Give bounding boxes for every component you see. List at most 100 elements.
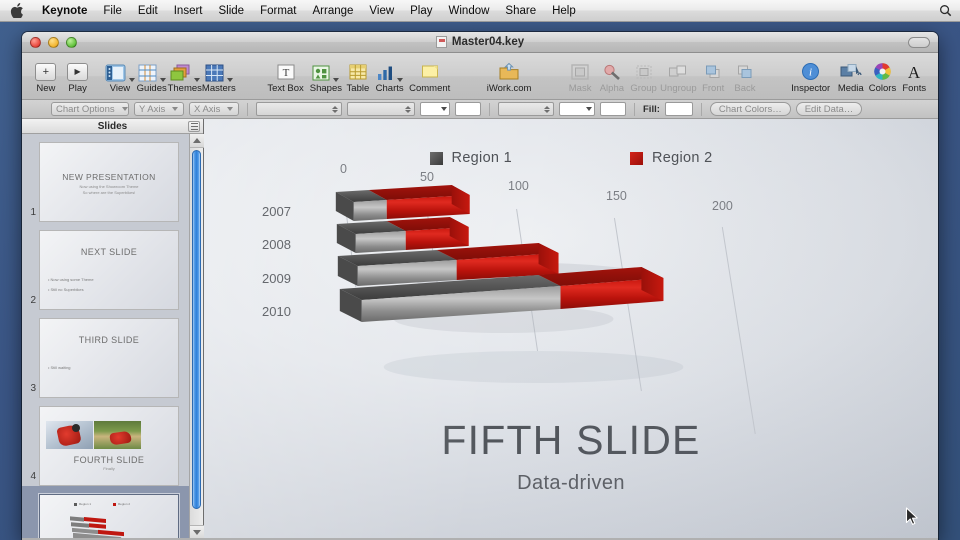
- toolbar-button-alpha[interactable]: Alpha: [596, 58, 628, 94]
- toolbar-button-media[interactable]: Media: [835, 58, 867, 94]
- menu-item-window[interactable]: Window: [441, 0, 498, 22]
- y-axis-popup[interactable]: Y Axis: [134, 102, 184, 116]
- format-bar: Chart Options Y Axis X Axis Fill: Chart …: [22, 100, 938, 119]
- menu-item-arrange[interactable]: Arrange: [305, 0, 362, 22]
- toolbar-button-ungroup[interactable]: Ungroup: [660, 58, 698, 94]
- toolbar-button-charts[interactable]: Charts: [374, 58, 406, 94]
- x-axis-popup[interactable]: X Axis: [189, 102, 239, 116]
- menu-item-share[interactable]: Share: [497, 0, 544, 22]
- canvas-area[interactable]: Region 1 Region 2 0 50 100 150 200 2007 …: [204, 119, 938, 539]
- alpha-icon: [603, 61, 621, 82]
- menu-item-file[interactable]: File: [95, 0, 130, 22]
- slide-thumbnail-4[interactable]: FOURTH SLIDE Finally: [39, 406, 179, 486]
- toolbar-button-shapes[interactable]: Shapes: [310, 58, 342, 94]
- toolbar-button-inspector[interactable]: i Inspector: [787, 58, 835, 94]
- slide-thumbnail-3[interactable]: THIRD SLIDE • Still waiting: [39, 318, 179, 398]
- menu-item-play[interactable]: Play: [402, 0, 440, 22]
- scroll-up-arrow-icon[interactable]: [190, 134, 204, 148]
- window-titlebar[interactable]: Master04.key: [22, 32, 938, 53]
- chevron-down-icon: [121, 107, 128, 111]
- list-item[interactable]: 1 NEW PRESENTATION Now using the Showroo…: [22, 134, 203, 222]
- chevron-down-icon: [441, 107, 447, 111]
- toolbar-button-themes[interactable]: Themes: [168, 58, 202, 94]
- x-axis-label: X Axis: [194, 103, 221, 115]
- menu-item-view[interactable]: View: [361, 0, 402, 22]
- menu-item-edit[interactable]: Edit: [130, 0, 166, 22]
- shadow-color-well[interactable]: [600, 102, 626, 116]
- toolbar-button-mask[interactable]: Mask: [564, 58, 596, 94]
- navigator-options-icon[interactable]: [188, 121, 200, 132]
- font-size-field[interactable]: [347, 102, 415, 116]
- search-icon[interactable]: [939, 4, 952, 17]
- stroke-color-well[interactable]: [455, 102, 481, 116]
- menu-item-insert[interactable]: Insert: [166, 0, 211, 22]
- format-bar-divider-2: [489, 102, 490, 116]
- text-color-well[interactable]: [420, 102, 450, 116]
- thumbnail-title: THIRD SLIDE: [78, 335, 140, 345]
- slide-number: 2: [30, 295, 36, 306]
- toolbar-button-masters[interactable]: Masters: [202, 58, 236, 94]
- slide-thumbnail-5[interactable]: Region 1 Region 2: [39, 494, 179, 539]
- legend-item-region1[interactable]: Region 1: [429, 150, 512, 166]
- font-family-field[interactable]: [256, 102, 342, 116]
- stepper-icon[interactable]: [405, 105, 411, 113]
- navigator-title: Slides: [97, 120, 128, 132]
- slide-navigator: Slides 1 NEW PRESENTATION Now using the …: [22, 119, 204, 539]
- thumbnail-bullet: • Now using some Theme: [48, 277, 94, 282]
- menu-item-format[interactable]: Format: [252, 0, 304, 22]
- toolbar-button-back[interactable]: Back: [729, 58, 761, 94]
- list-item[interactable]: 4 FOURTH SLIDE Finally: [22, 398, 203, 486]
- line-width-field[interactable]: [498, 102, 554, 116]
- list-item[interactable]: 5 Region 1 Region 2: [22, 486, 203, 539]
- chart-options-popup[interactable]: Chart Options: [51, 102, 129, 116]
- toolbar-button-iwork[interactable]: iWork.com: [480, 58, 539, 94]
- edit-data-button[interactable]: Edit Data…: [795, 102, 863, 116]
- bar-2007[interactable]: [335, 185, 470, 221]
- menu-item-help[interactable]: Help: [544, 0, 584, 22]
- line-style-popup[interactable]: [559, 102, 595, 116]
- thumbnail-subtitle-line1: Now using the Showroom Theme: [79, 184, 139, 189]
- list-item[interactable]: 3 THIRD SLIDE • Still waiting: [22, 310, 203, 398]
- list-item[interactable]: 2 NEXT SLIDE • Now using some Theme • St…: [22, 222, 203, 310]
- stepper-icon[interactable]: [544, 105, 550, 113]
- charts-icon: [376, 61, 404, 82]
- toolbar-button-guides[interactable]: Guides: [136, 58, 168, 94]
- toolbar-button-view[interactable]: View: [104, 58, 136, 94]
- toolbar-button-play[interactable]: ▶ Play: [62, 58, 94, 94]
- slide-canvas[interactable]: Region 1 Region 2 0 50 100 150 200 2007 …: [204, 119, 938, 539]
- masters-icon: [205, 61, 233, 82]
- scroll-down-arrow-icon[interactable]: [190, 525, 204, 539]
- fill-color-well[interactable]: [664, 102, 693, 116]
- toolbar-label-mask: Mask: [568, 83, 592, 94]
- navigator-scrollbar[interactable]: [189, 134, 204, 539]
- scrollbar-thumb[interactable]: [192, 150, 201, 509]
- menu-item-slide[interactable]: Slide: [211, 0, 253, 22]
- thumbnail-title: NEXT SLIDE: [80, 247, 138, 257]
- legend-item-region2[interactable]: Region 2: [630, 150, 712, 166]
- apple-menu-icon[interactable]: [10, 3, 24, 18]
- chart-colors-button[interactable]: Chart Colors…: [709, 102, 791, 116]
- toolbar-button-colors[interactable]: Colors: [867, 58, 899, 94]
- toolbar-toggle-button[interactable]: [908, 37, 930, 48]
- slide-thumbnail-1[interactable]: NEW PRESENTATION Now using the Showroom …: [39, 142, 179, 222]
- chart-3d[interactable]: 0 50 100 150 200 2007 2008 2009 2010: [204, 119, 938, 539]
- view-icon: [105, 61, 135, 82]
- toolbar-button-table[interactable]: Table: [342, 58, 374, 94]
- text-box-icon: T: [277, 61, 295, 82]
- bar-2008[interactable]: [336, 217, 469, 253]
- fonts-icon: A: [905, 61, 923, 82]
- toolbar-button-text-box[interactable]: T Text Box: [261, 58, 309, 94]
- toolbar-label-back: Back: [734, 83, 756, 94]
- toolbar-button-front[interactable]: Front: [697, 58, 729, 94]
- toolbar-button-group[interactable]: Group: [628, 58, 660, 94]
- menu-bar-extras: [939, 4, 960, 17]
- stepper-icon[interactable]: [332, 105, 338, 113]
- chart-bars[interactable]: [204, 119, 938, 539]
- toolbar-button-new[interactable]: + New: [30, 58, 62, 94]
- menu-item-keynote[interactable]: Keynote: [34, 0, 95, 22]
- slide-list[interactable]: 1 NEW PRESENTATION Now using the Showroo…: [22, 134, 203, 539]
- toolbar-label-themes: Themes: [167, 83, 202, 94]
- toolbar-button-fonts[interactable]: A Fonts: [898, 58, 930, 94]
- toolbar-button-comment[interactable]: Comment: [406, 58, 454, 94]
- slide-thumbnail-2[interactable]: NEXT SLIDE • Now using some Theme • Stil…: [39, 230, 179, 310]
